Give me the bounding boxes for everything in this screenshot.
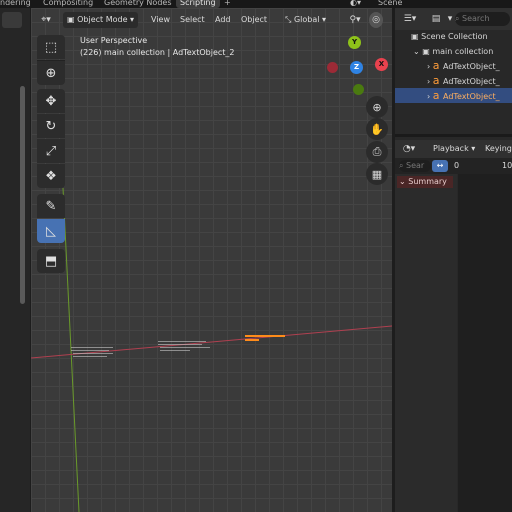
viewport-axes (31, 187, 392, 512)
playback-menu[interactable]: Playback ▾ (433, 141, 475, 157)
perspective-grid-icon[interactable]: ▦ (366, 163, 388, 185)
viewport-info-label: (226) main collection | AdTextObject_2 (80, 48, 235, 57)
tab-compositing[interactable]: Compositing (43, 0, 93, 8)
playback-label: Playback (433, 144, 469, 153)
collapse-chevron-icon[interactable]: ⌄ (413, 47, 422, 56)
frame-start-label: 0 (454, 161, 460, 170)
cursor-tool[interactable]: ⊕ (37, 60, 65, 85)
outliner-search-input[interactable]: ⌕ Search (455, 12, 510, 26)
keyframe-area[interactable] (458, 174, 512, 512)
outliner-object-row-selected[interactable]: › a AdTextObject_ (395, 88, 512, 103)
summary-label: Summary (408, 177, 447, 186)
search-icon: ⌕ (455, 14, 463, 23)
object-label: AdTextObject_ (443, 62, 500, 71)
outliner-object-row[interactable]: › a AdTextObject_ (395, 73, 512, 88)
scale-icon: ⤢ (45, 143, 57, 159)
tab-scripting[interactable]: Scripting (176, 0, 220, 8)
outliner-object-row[interactable]: › a AdTextObject_ (395, 58, 512, 73)
gizmo-y-axis[interactable]: Y (348, 36, 361, 49)
text-object-icon: a (432, 59, 443, 72)
channel-list (395, 174, 457, 512)
viewport-perspective-label: User Perspective (80, 36, 148, 45)
transform-icon: ❖ (45, 168, 57, 184)
transform-tool[interactable]: ❖ (37, 164, 65, 188)
3d-viewport[interactable] (31, 8, 392, 512)
timeline-header: ◔▾ Playback ▾ Keying (395, 140, 512, 158)
pencil-icon: ✎ (45, 198, 57, 214)
rotate-tool[interactable]: ↻ (37, 114, 65, 138)
add-cube-icon: ⬒ (44, 253, 58, 269)
display-mode-icon[interactable]: ▤ (429, 11, 443, 27)
summary-channel[interactable]: ⌄ Summary (397, 176, 453, 188)
object-label: AdTextObject_ (443, 77, 500, 86)
workspace-tab-bar: ndering Compositing Geometry Nodes Scrip… (0, 0, 512, 8)
timeline-search-placeholder: Sear (406, 161, 425, 170)
viewport-header: ⌖▾ ▣ Object Mode ▾ View Select Add Objec… (31, 8, 392, 32)
snap-icon[interactable]: ⚲▾ (344, 12, 366, 28)
select-box-tool[interactable]: ⬚ (37, 35, 65, 59)
tab-rendering[interactable]: ndering (0, 0, 31, 8)
scene-selector-icon[interactable]: ◐▾ (350, 0, 361, 8)
text-object-1 (71, 347, 113, 357)
timeline-search-input[interactable]: ⌕ Sear (399, 160, 431, 172)
menu-object[interactable]: Object (241, 12, 267, 28)
rotate-icon: ↻ (45, 118, 57, 134)
editor-type-3d-icon[interactable]: ⌖▾ (37, 12, 55, 28)
measure-tool[interactable]: ◺ (37, 219, 65, 243)
camera-view-icon[interactable]: ⎙ (366, 141, 388, 163)
scene-collection-icon: ▣ (411, 32, 422, 41)
add-cube-tool[interactable]: ⬒ (37, 249, 65, 273)
display-mode-dropdown-icon[interactable]: ▾ (445, 11, 455, 27)
ruler-icon: ◺ (46, 223, 56, 239)
menu-select[interactable]: Select (180, 12, 205, 28)
menu-add[interactable]: Add (215, 12, 231, 28)
timeline-editor-icon[interactable]: ◔▾ (399, 141, 419, 157)
text-object-icon: a (432, 74, 443, 87)
move-tool[interactable]: ✥ (37, 89, 65, 113)
frame-mark-label: 10 (502, 161, 512, 170)
editor-type-button[interactable] (2, 12, 22, 28)
pan-hand-icon[interactable]: ✋ (366, 118, 388, 140)
object-label: AdTextObject_ (443, 92, 500, 101)
left-editor-strip (0, 8, 30, 512)
gizmo-neg-y-axis[interactable] (353, 84, 364, 95)
gizmo-z-axis[interactable]: Z (350, 61, 363, 74)
keying-menu[interactable]: Keying (485, 141, 512, 157)
collection-label: main collection (432, 47, 494, 56)
gizmo-x-axis[interactable]: X (375, 58, 388, 71)
scrollbar[interactable] (20, 86, 25, 304)
outliner-scene-collection-row[interactable]: ▣ Scene Collection (395, 29, 512, 44)
tab-geometry-nodes[interactable]: Geometry Nodes (104, 0, 171, 8)
outliner-collection-row[interactable]: ⌄ ▣ main collection (395, 44, 512, 59)
transform-orientation-dropdown[interactable]: ⤡ Global ▾ (285, 12, 326, 28)
gizmo-neg-x-axis[interactable] (327, 62, 338, 73)
add-workspace-button[interactable]: + (224, 0, 231, 8)
scene-selector[interactable]: Scene (378, 0, 402, 8)
outliner-search-placeholder: Search (462, 14, 490, 23)
text-object-icon: a (432, 89, 443, 102)
outliner-header: ☰▾ ▤ ▾ ⌕ Search (395, 8, 512, 30)
select-cursor-icon: ⬚ (44, 39, 58, 55)
menu-view[interactable]: View (151, 12, 170, 28)
timeline-ruler[interactable]: ⌕ Sear ↔ 0 10 (395, 158, 512, 174)
annotate-tool[interactable]: ✎ (37, 194, 65, 218)
object-mode-dropdown[interactable]: ▣ Object Mode ▾ (63, 12, 139, 28)
search-icon: ⌕ (399, 161, 407, 170)
outliner-editor-icon[interactable]: ☰▾ (401, 11, 419, 27)
object-mode-icon: ▣ (67, 15, 78, 24)
orientation-label: Global (293, 15, 320, 24)
collection-icon: ▣ (422, 47, 433, 56)
scale-tool[interactable]: ⤢ (37, 139, 65, 163)
move-arrows-icon: ✥ (45, 93, 57, 109)
scene-collection-label: Scene Collection (421, 32, 488, 41)
zoom-icon[interactable]: ⊕ (366, 96, 388, 118)
orientation-icon: ⤡ (285, 15, 294, 24)
summary-chevron-icon[interactable]: ⌄ (399, 177, 408, 186)
proportional-edit-icon[interactable]: ◎ (369, 12, 383, 28)
object-mode-label: Object Mode (77, 15, 128, 24)
cursor-crosshair-icon: ⊕ (45, 65, 57, 81)
sync-arrows-icon[interactable]: ↔ (432, 160, 448, 172)
